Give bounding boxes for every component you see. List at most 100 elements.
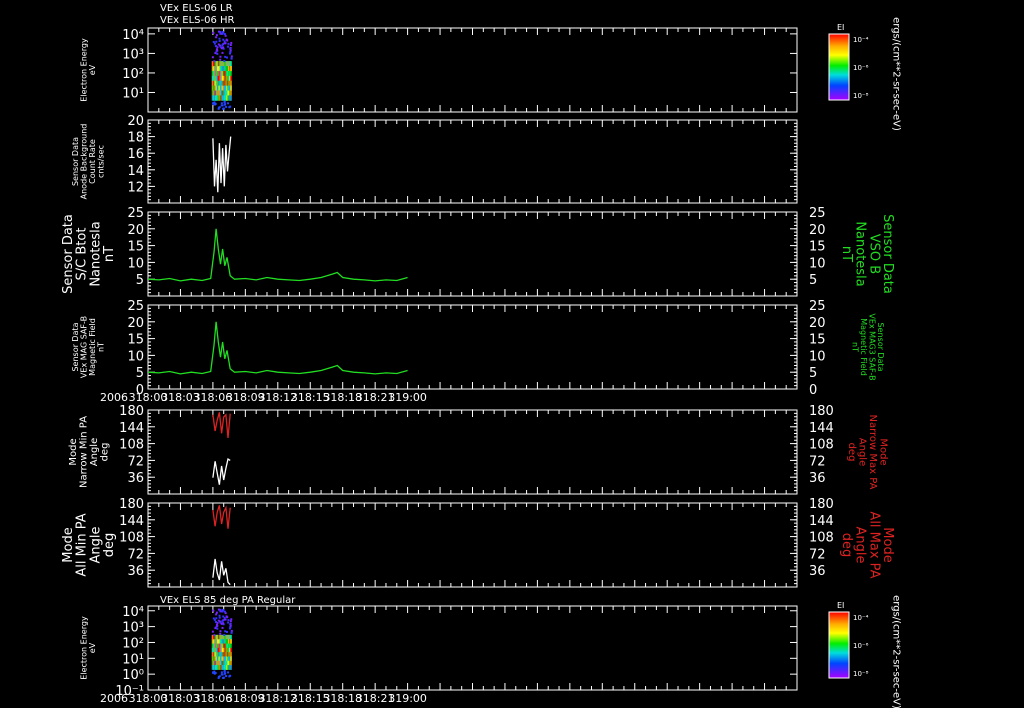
y-tick-label-right: 108 — [809, 438, 834, 453]
spectrogram-noise — [222, 38, 225, 41]
y-tick-label-right: 180 — [809, 497, 834, 512]
spectrogram-noise — [212, 40, 215, 43]
ylabel-right-5-line: Mode — [877, 438, 888, 465]
y-tick-label: 16 — [127, 147, 144, 162]
y-tick-label: 72 — [127, 547, 144, 562]
y-tick-label-right: 20 — [809, 223, 826, 238]
spectrogram-noise — [223, 672, 226, 675]
colorbar-tick-label: 10⁻⁸ — [853, 92, 869, 100]
ylabel-5: Mode Narrow Min PA Angle deg — [68, 416, 111, 488]
spectrogram-noise — [214, 52, 217, 55]
spectrogram-noise — [229, 624, 232, 627]
y-tick-label-right: 10 — [809, 349, 826, 364]
spectrogram-noise — [223, 670, 226, 673]
spectrogram-noise — [223, 101, 226, 104]
y-tick-label-right: 72 — [809, 547, 826, 562]
y-tick-label: 15 — [127, 333, 144, 348]
y-tick-label: 5 — [136, 366, 144, 381]
y-tick-label-right: 72 — [809, 454, 826, 469]
spectrogram-noise — [220, 673, 223, 676]
spectrogram-noise — [229, 44, 232, 47]
spectrogram-noise — [221, 51, 224, 54]
colorbar-gradient — [828, 33, 850, 101]
ylabel-1: Electron Energy eV — [80, 38, 97, 102]
spectrogram-noise — [219, 632, 222, 635]
colorbar-title: EI — [837, 23, 844, 32]
x-tick-label: 319:00 — [388, 391, 427, 404]
spectrogram-noise — [221, 44, 224, 47]
spectrogram-noise — [223, 60, 226, 63]
y-tick-label: 10¹ — [122, 86, 144, 101]
spectrogram-noise — [211, 56, 214, 59]
spectrogram-noise — [227, 671, 230, 674]
spectrogram-noise — [213, 672, 216, 675]
spectrogram-noise — [213, 634, 216, 637]
y-tick-label-right: 108 — [809, 531, 834, 546]
spectrogram-noise — [229, 49, 232, 52]
spectrogram-noise — [217, 43, 220, 46]
ylabel-2-line: cnts/sec — [96, 145, 105, 178]
spectrogram-cell — [230, 643, 232, 649]
y-tick-label: 12 — [127, 180, 144, 195]
ylabel-5-line: Mode — [68, 438, 79, 465]
y-tick-label: 20 — [127, 223, 144, 238]
y-tick-label: 5 — [136, 273, 144, 288]
colorbar-tick-label: 10⁻⁶ — [853, 642, 869, 650]
spectrogram-noise — [215, 40, 218, 43]
y-tick-label: 10³ — [122, 621, 144, 636]
y-tick-label-right: 15 — [809, 240, 826, 255]
ylabel-4: Sensor Data VEx MAG SAF-B Magnetic Field nT — [71, 316, 105, 378]
spectrogram-noise — [219, 58, 222, 61]
spectrogram-noise — [212, 609, 215, 612]
panel-frame-3 — [147, 211, 798, 297]
spectrogram-cell — [230, 90, 232, 96]
spectrogram-noise — [230, 41, 233, 44]
ylabel-1-line: eV — [88, 64, 97, 75]
spectrogram-noise — [219, 630, 222, 633]
colorbar-bottom: EI 10⁻⁴ 10⁻⁶ 10⁻⁸ — [828, 601, 869, 679]
series-line-5-1 — [212, 457, 231, 485]
ylabel-right-5: ModeNarrow Max PAAngledeg — [846, 415, 889, 490]
spectrogram-noise — [227, 102, 230, 105]
spectrogram-noise — [220, 671, 223, 674]
ylabel-5-line: deg — [99, 443, 110, 462]
y-tick-label: 18 — [127, 131, 144, 146]
spectrogram-noise — [216, 52, 219, 55]
y-tick-label-right: 36 — [809, 564, 826, 579]
spectrogram-noise — [227, 42, 230, 45]
colorbar-tick-label: 10⁻⁴ — [853, 36, 869, 44]
ylabel-3: Sensor DataS/C BtotNanoteslanT — [61, 214, 117, 294]
ylabel-6: ModeAll Min PAAngledeg — [61, 513, 117, 576]
series-line-5-0 — [212, 412, 231, 439]
series-line-3-0 — [147, 228, 408, 282]
spectrogram-cell — [230, 665, 232, 670]
y-tick-label-right: 20 — [809, 316, 826, 331]
spectrogram-noise — [216, 46, 219, 49]
spectrogram-cell — [230, 634, 232, 640]
spectrogram-noise — [223, 633, 226, 636]
spectrogram-noise — [221, 620, 224, 623]
ylabel-3-line: nT — [102, 246, 117, 262]
spectrogram-noise — [224, 630, 227, 633]
spectrogram-noise — [230, 631, 233, 634]
spectrogram-noise — [215, 613, 218, 616]
spectrogram-noise — [213, 103, 216, 106]
spectrogram-noise — [230, 55, 233, 58]
y-tick-label: 10³ — [122, 47, 144, 62]
y-tick-label: 10² — [122, 636, 144, 651]
spectrogram-noise — [221, 626, 224, 629]
y-tick-label-right: 10 — [809, 256, 826, 271]
spectrogram-noise — [220, 104, 223, 107]
ylabel-right-5-line: deg — [846, 443, 857, 462]
ylabel-right-4: Sensor DataVEx MAG3 SAF-BMagnetic Fieldn… — [851, 313, 885, 380]
spectrogram-noise — [227, 619, 230, 622]
spectrogram-cell — [230, 61, 232, 67]
ylabel-right-5-line: Narrow Max PA — [867, 415, 878, 490]
spectrogram-noise — [222, 46, 225, 49]
ylabel-right-4-line: nT — [851, 342, 860, 352]
spectrogram-noise — [218, 614, 221, 617]
header-line-2: VEx ELS-06 HR — [160, 15, 235, 26]
spectrogram-noise — [216, 627, 219, 630]
spectrogram-noise — [218, 37, 221, 40]
spectrogram-noise — [229, 674, 232, 677]
